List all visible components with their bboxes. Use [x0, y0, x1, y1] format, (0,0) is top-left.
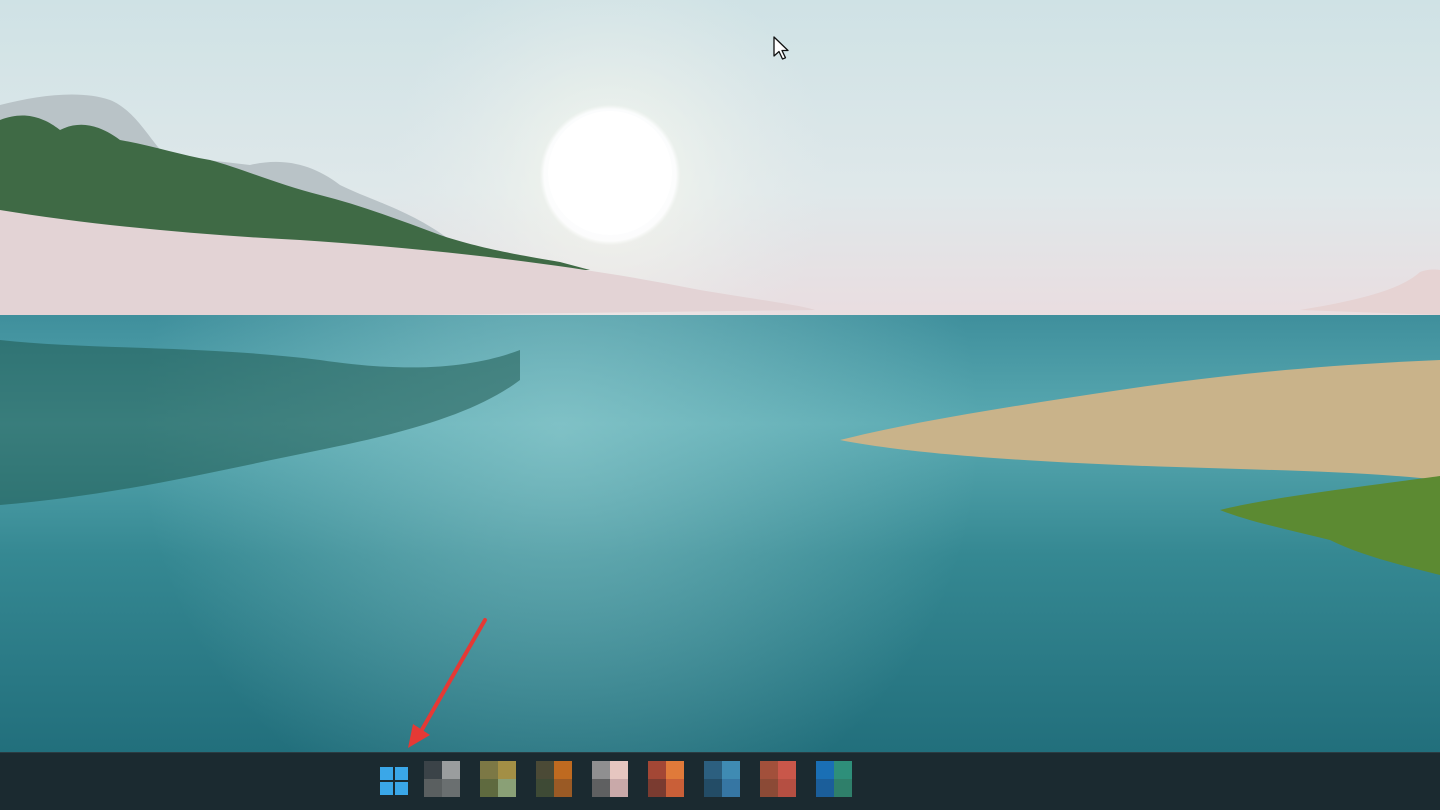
blurred-app-icon-8: [816, 761, 852, 797]
taskbar-app-button-2[interactable]: [476, 759, 520, 803]
blurred-app-icon-5: [648, 761, 684, 797]
desktop-wallpaper: [0, 0, 1440, 752]
blurred-app-icon-3: [536, 761, 572, 797]
taskbar-app-button-6[interactable]: [700, 759, 744, 803]
taskbar-app-button-7[interactable]: [756, 759, 800, 803]
blurred-app-icon-1: [424, 761, 460, 797]
blurred-app-icon-2: [480, 761, 516, 797]
blurred-app-icon-7: [760, 761, 796, 797]
taskbar-app-button-8[interactable]: [812, 759, 856, 803]
taskbar: [0, 752, 1440, 810]
taskbar-app-button-4[interactable]: [588, 759, 632, 803]
windows-logo-icon: [380, 767, 408, 795]
blurred-app-icon-6: [704, 761, 740, 797]
mouse-cursor-icon: [773, 36, 789, 60]
taskbar-app-button-3[interactable]: [532, 759, 576, 803]
start-button[interactable]: [372, 759, 416, 803]
desktop: [0, 0, 1440, 752]
taskbar-app-button-1[interactable]: [420, 759, 464, 803]
blurred-app-icon-4: [592, 761, 628, 797]
taskbar-app-button-5[interactable]: [644, 759, 688, 803]
